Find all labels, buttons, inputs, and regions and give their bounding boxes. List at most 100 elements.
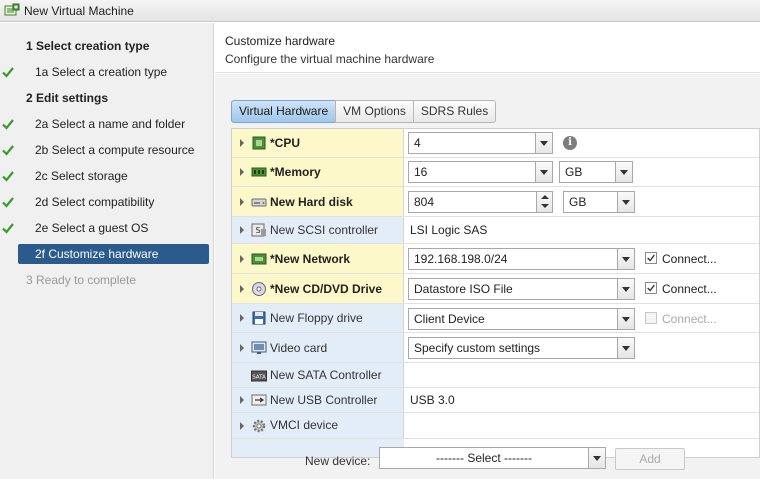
network-value: 192.168.198.0/24: [414, 252, 508, 266]
video-card-icon: [251, 341, 267, 354]
scsi-controller-label: New SCSI controller: [270, 223, 379, 237]
memory-size-select[interactable]: 16: [408, 161, 553, 183]
cpu-count-select[interactable]: 4: [408, 132, 553, 154]
content-panel: Customize hardware Configure the virtual…: [215, 23, 760, 479]
new-device-value: ------- Select -------: [436, 451, 532, 465]
svg-text:S: S: [255, 226, 260, 235]
step-2c[interactable]: 2c Select storage: [0, 166, 214, 186]
hard-disk-size-spinner[interactable]: 804: [408, 191, 553, 213]
usb-controller-label: New USB Controller: [270, 393, 378, 407]
hard-disk-size-value: 804: [414, 195, 435, 209]
usb-controller-icon: [251, 394, 267, 406]
floppy-connect-label: Connect...: [662, 312, 717, 326]
checkmark-icon: [2, 67, 14, 78]
step-2a[interactable]: 2a Select a name and folder: [0, 114, 214, 134]
step-select-creation-type[interactable]: 1 Select creation type: [0, 36, 214, 56]
step-1a[interactable]: 1a Select a creation type: [0, 62, 214, 82]
step-2b[interactable]: 2b Select a compute resource: [0, 140, 214, 160]
hardware-row-memory[interactable]: *Memory 16 GB: [232, 158, 759, 187]
hard-disk-unit-select[interactable]: GB: [563, 191, 635, 213]
expand-arrow-icon[interactable]: [240, 422, 244, 430]
hardware-row-hard-disk[interactable]: New Hard disk 804 GB: [232, 187, 759, 217]
step-2f-current[interactable]: 2f Customize hardware: [0, 244, 214, 264]
step-label: 2 Edit settings: [26, 91, 109, 105]
sata-controller-label: New SATA Controller: [270, 368, 382, 382]
chevron-down-icon[interactable]: [617, 249, 634, 269]
hardware-row-cd-dvd[interactable]: *New CD/DVD Drive Datastore ISO File Con…: [232, 274, 759, 304]
video-card-select[interactable]: Specify custom settings: [408, 337, 635, 359]
chevron-down-icon[interactable]: [617, 279, 634, 299]
floppy-select[interactable]: Client Device: [408, 308, 635, 330]
expand-arrow-icon[interactable]: [240, 285, 244, 293]
step-label: 2a Select a name and folder: [35, 117, 186, 131]
expand-arrow-icon[interactable]: [240, 226, 244, 234]
new-device-label: New device:: [305, 454, 371, 468]
floppy-value: Client Device: [414, 312, 485, 326]
hardware-row-floppy[interactable]: New Floppy drive Client Device Connect..…: [232, 304, 759, 333]
expand-arrow-icon[interactable]: [240, 168, 244, 176]
step-ready-to-complete: 3 Ready to complete: [0, 270, 214, 290]
hard-disk-unit-value: GB: [569, 195, 587, 209]
cd-dvd-connect-label[interactable]: Connect...: [662, 282, 717, 296]
tab-bar: Virtual Hardware VM Options SDRS Rules: [231, 100, 497, 123]
network-connect-label[interactable]: Connect...: [662, 252, 717, 266]
usb-controller-value: USB 3.0: [410, 393, 455, 407]
step-2e[interactable]: 2e Select a guest OS: [0, 218, 214, 238]
chevron-down-icon[interactable]: [535, 133, 552, 153]
memory-label: *Memory: [270, 165, 321, 179]
expand-arrow-icon[interactable]: [240, 139, 244, 147]
expand-arrow-icon[interactable]: [240, 198, 244, 206]
chevron-down-icon[interactable]: [588, 448, 605, 468]
step-edit-settings[interactable]: 2 Edit settings: [0, 88, 214, 108]
spin-up-icon[interactable]: [541, 195, 549, 199]
hard-disk-icon: [251, 198, 267, 207]
spin-down-icon[interactable]: [541, 204, 549, 208]
chevron-down-icon[interactable]: [535, 162, 552, 182]
cd-dvd-select[interactable]: Datastore ISO File: [408, 278, 635, 300]
network-select[interactable]: 192.168.198.0/24: [408, 248, 635, 270]
window-title: New Virtual Machine: [24, 3, 134, 18]
hardware-row-video-card[interactable]: Video card Specify custom settings: [232, 333, 759, 363]
floppy-connect-checkbox: [645, 312, 657, 324]
new-device-select[interactable]: ------- Select -------: [379, 447, 606, 469]
info-icon[interactable]: i: [563, 136, 577, 150]
network-connect-checkbox[interactable]: [645, 252, 657, 264]
step-2d[interactable]: 2d Select compatibility: [0, 192, 214, 212]
cd-dvd-connect-checkbox[interactable]: [645, 282, 657, 294]
tab-virtual-hardware[interactable]: Virtual Hardware: [231, 100, 337, 123]
expand-arrow-icon[interactable]: [240, 396, 244, 404]
network-label: *New Network: [270, 252, 351, 266]
hardware-row-usb-controller[interactable]: New USB Controller USB 3.0: [232, 388, 759, 413]
tab-sdrs-rules[interactable]: SDRS Rules: [412, 100, 497, 123]
checkmark-icon: [2, 119, 14, 130]
memory-unit-select[interactable]: GB: [559, 161, 633, 183]
sata-controller-icon: SATA: [251, 370, 267, 382]
hardware-row-scsi-controller[interactable]: S New SCSI controller LSI Logic SAS: [232, 217, 759, 244]
hardware-row-sata-controller[interactable]: SATA New SATA Controller: [232, 363, 759, 388]
memory-unit-value: GB: [565, 165, 583, 179]
page-subtitle: Configure the virtual machine hardware: [225, 52, 435, 66]
page-title: Customize hardware: [225, 34, 336, 48]
expand-arrow-icon[interactable]: [240, 255, 244, 263]
step-label: 2f Customize hardware: [35, 247, 159, 261]
expand-arrow-icon[interactable]: [240, 344, 244, 352]
chevron-down-icon[interactable]: [617, 338, 634, 358]
hardware-row-vmci-device[interactable]: VMCI device: [232, 413, 759, 439]
expand-arrow-icon[interactable]: [240, 314, 244, 322]
hardware-row-network[interactable]: *New Network 192.168.198.0/24 Connect...: [232, 244, 759, 274]
tab-vm-options[interactable]: VM Options: [335, 100, 414, 123]
chevron-down-icon[interactable]: [617, 192, 634, 212]
hardware-row-cpu[interactable]: *CPU 4 i: [232, 129, 759, 158]
vmci-device-label: VMCI device: [270, 418, 339, 432]
step-label: 2d Select compatibility: [35, 195, 155, 209]
wizard-steps: 1 Select creation type 1a Select a creat…: [0, 23, 214, 479]
cd-dvd-icon: [252, 282, 266, 296]
chevron-down-icon[interactable]: [615, 162, 632, 182]
step-label: 1a Select a creation type: [35, 65, 168, 79]
spinner-buttons[interactable]: [536, 192, 552, 212]
chevron-down-icon[interactable]: [617, 309, 634, 329]
virtual-machine-icon: [4, 3, 20, 15]
add-device-button[interactable]: Add: [615, 448, 685, 470]
hardware-body: Virtual Hardware VM Options SDRS Rules *…: [215, 74, 760, 479]
page-header: Customize hardware Configure the virtual…: [215, 23, 760, 73]
